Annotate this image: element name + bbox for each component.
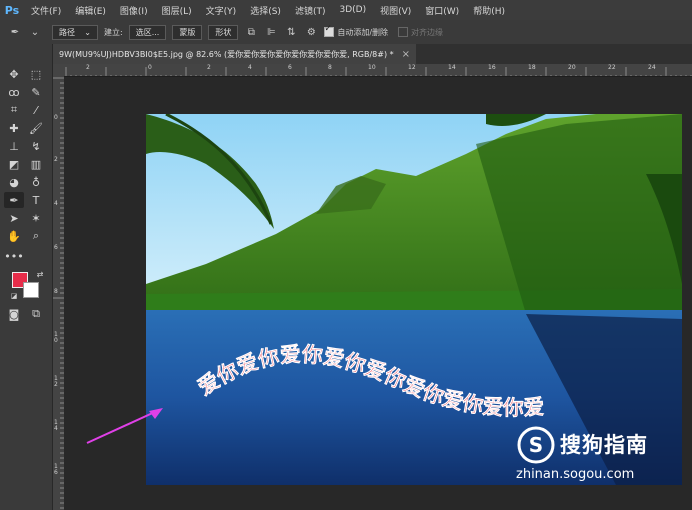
ruler-label: 4 <box>248 64 252 71</box>
menu-edit[interactable]: 编辑(E) <box>68 4 113 17</box>
make-shape-button[interactable]: 形状 <box>208 24 239 40</box>
mode-select[interactable]: 路径 ⌄ <box>52 24 98 40</box>
sogou-watermark: S 搜狗指南 zhinan.sogou.com <box>512 425 687 485</box>
ruler-label: 2 <box>86 64 90 71</box>
ruler-label: 1 2 <box>54 375 58 388</box>
gear-icon[interactable]: ⚙ <box>304 25 318 39</box>
healing-brush-tool-icon[interactable]: ✚ <box>4 120 24 136</box>
blur-tool-icon[interactable]: ◕ <box>4 174 24 190</box>
document-tab-title: 9W(MU9%UJ)HDBV3BI0$E5.jpg @ 82.6% (爱你爱你爱… <box>59 49 394 59</box>
ruler-label: 22 <box>608 64 616 71</box>
ruler-label: 1 0 <box>54 331 58 344</box>
path-alignment-icon[interactable]: ⊫ <box>264 25 278 39</box>
crop-tool-icon[interactable]: ⌗ <box>4 102 24 118</box>
menu-help[interactable]: 帮助(H) <box>466 4 512 17</box>
screen-mode-icon[interactable]: ⧉ <box>26 306 46 322</box>
mode-select-value: 路径 <box>59 27 75 37</box>
more-tools-icon[interactable]: ••• <box>4 248 24 264</box>
document-tab-bar: 9W(MU9%UJ)HDBV3BI0$E5.jpg @ 82.6% (爱你爱你爱… <box>53 44 692 64</box>
menu-layer[interactable]: 图层(L) <box>155 4 199 17</box>
make-label: 建立: <box>104 27 123 37</box>
ruler-label: 1 4 <box>54 419 58 432</box>
ruler-label: 2 <box>207 64 211 71</box>
gradient-tool-icon[interactable]: ▥ <box>26 156 46 172</box>
ruler-label: 20 <box>568 64 576 71</box>
sogou-logo-icon: S <box>517 426 555 464</box>
marquee-tool-icon[interactable]: ⬚ <box>26 66 46 82</box>
swap-colors-icon[interactable]: ⇄ <box>30 266 50 282</box>
photoshop-logo: Ps <box>4 3 20 17</box>
ruler-label: 0 <box>148 64 152 71</box>
ruler-label: 8 <box>328 64 332 71</box>
menu-3d[interactable]: 3D(D) <box>332 5 373 15</box>
type-tool-icon[interactable]: T <box>26 192 46 208</box>
ruler-label: 18 <box>528 64 536 71</box>
chevron-down-icon[interactable]: ⌄ <box>28 25 42 39</box>
menu-image[interactable]: 图像(I) <box>113 4 155 17</box>
chevron-down-icon: ⌄ <box>84 27 91 37</box>
path-operations-icon[interactable]: ⧉ <box>244 25 258 39</box>
auto-add-delete-checkbox[interactable] <box>324 24 335 37</box>
menu-view[interactable]: 视图(V) <box>373 4 418 17</box>
watermark-url: zhinan.sogou.com <box>516 467 635 482</box>
ruler-label: 4 <box>54 200 58 207</box>
menu-window[interactable]: 窗口(W) <box>418 4 466 17</box>
ruler-label: 12 <box>408 64 416 71</box>
default-colors-icon[interactable]: ◪ <box>4 288 24 304</box>
ruler-label: 16 <box>488 64 496 71</box>
ruler-label: 2 <box>54 156 58 163</box>
horizontal-ruler-ticks <box>65 67 692 76</box>
align-edges-label: 对齐边缘 <box>411 27 444 37</box>
ruler-label: 8 <box>54 288 58 295</box>
eyedropper-tool-icon[interactable]: ⁄ <box>26 102 46 118</box>
ruler-label: 0 <box>54 114 58 121</box>
align-edges-checkbox[interactable] <box>398 27 409 37</box>
ruler-label: 6 <box>288 64 292 71</box>
ruler-label: 10 <box>368 64 376 71</box>
ruler-label: 14 <box>448 64 456 71</box>
svg-text:S: S <box>529 433 543 457</box>
menu-file[interactable]: 文件(F) <box>24 4 68 17</box>
menu-type[interactable]: 文字(Y) <box>199 4 244 17</box>
dodge-tool-icon[interactable]: ♁ <box>26 174 46 190</box>
options-bar: ✒ ⌄ 路径⌄ 建立: 选区... 蒙版 形状 ⧉ ⊫ ⇅ ⚙ 自动添加/删除 … <box>0 20 692 45</box>
move-tool-icon[interactable]: ✥ <box>4 66 24 82</box>
menu-filter[interactable]: 滤镜(T) <box>288 4 333 17</box>
menu-select[interactable]: 选择(S) <box>243 4 288 17</box>
path-selection-tool-icon[interactable]: ➤ <box>4 210 24 226</box>
lasso-tool-icon[interactable]: ꝏ <box>4 84 24 100</box>
ruler-label: 6 <box>54 244 58 251</box>
quick-selection-tool-icon[interactable]: ✎ <box>26 84 46 100</box>
ruler-label: 24 <box>648 64 656 71</box>
hand-tool-icon[interactable]: ✋ <box>4 228 24 244</box>
pen-tool-preset-icon[interactable]: ✒ <box>8 25 22 39</box>
tools-panel: ✥ ⬚ ꝏ ✎ ⌗ ⁄ ✚ 🖌 ⊥ ↯ ◩ ▥ ◕ ♁ ✒ T ➤ ✶ ✋ ⌕ … <box>0 44 52 510</box>
menu-bar: Ps 文件(F) 编辑(E) 图像(I) 图层(L) 文字(Y) 选择(S) 滤… <box>0 0 692 20</box>
close-icon[interactable]: × <box>402 49 410 60</box>
zoom-tool-icon[interactable]: ⌕ <box>26 228 46 244</box>
custom-shape-tool-icon[interactable]: ✶ <box>26 210 46 226</box>
brush-tool-icon[interactable]: 🖌 <box>26 120 46 136</box>
make-selection-button[interactable]: 选区... <box>128 24 167 40</box>
auto-add-delete-label: 自动添加/删除 <box>337 27 389 37</box>
history-brush-tool-icon[interactable]: ↯ <box>26 138 46 154</box>
path-arrangement-icon[interactable]: ⇅ <box>284 25 298 39</box>
document-tab[interactable]: 9W(MU9%UJ)HDBV3BI0$E5.jpg @ 82.6% (爱你爱你爱… <box>53 44 417 64</box>
background-color-swatch[interactable] <box>23 282 39 298</box>
ruler-corner <box>53 64 64 76</box>
eraser-tool-icon[interactable]: ◩ <box>4 156 24 172</box>
make-mask-button[interactable]: 蒙版 <box>172 24 203 40</box>
annotation-arrow <box>86 408 163 444</box>
clone-stamp-tool-icon[interactable]: ⊥ <box>4 138 24 154</box>
quick-mask-icon[interactable]: ◙ <box>4 306 24 322</box>
watermark-brand: 搜狗指南 <box>560 433 648 457</box>
pen-tool-icon[interactable]: ✒ <box>4 192 24 208</box>
horizontal-ruler: 2 0 2 4 6 8 10 12 14 16 18 20 22 24 <box>64 64 692 77</box>
ruler-label: 1 6 <box>54 463 58 476</box>
